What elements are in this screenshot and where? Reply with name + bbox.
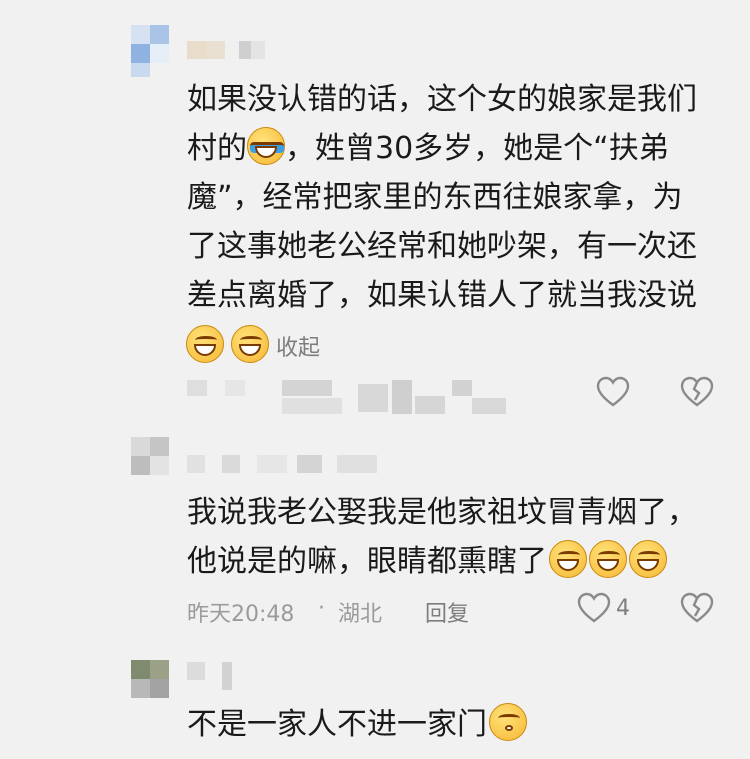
comment-line: 我说我老公娶我是他家祖坟冒青烟了，: [187, 495, 697, 530]
comment-text: 如果没认错的话，这个女的娘家是我们 村的 ，姓曾30多岁，她是个“扶弟 魔”，经常…: [187, 75, 732, 320]
avatar[interactable]: [131, 660, 169, 698]
grinning-sweat-emoji-icon: [549, 540, 587, 578]
heart-outline-icon[interactable]: [577, 592, 611, 628]
crying-laughing-emoji-icon: [247, 127, 285, 165]
comment-line: 不是一家人不进一家门: [187, 700, 732, 749]
grinning-sweat-emoji-icon: [629, 540, 667, 578]
grinning-sweat-emoji-icon: [186, 325, 224, 363]
broken-heart-icon[interactable]: [680, 376, 714, 412]
comment-line: 村的 ，姓曾30多岁，她是个“扶弟: [187, 124, 732, 173]
broken-heart-icon[interactable]: [680, 592, 714, 628]
username-blurred[interactable]: [187, 41, 267, 59]
comment-line: 了这事她老公经常和她吵架，有一次还: [187, 229, 697, 264]
reply-button[interactable]: 回复: [425, 596, 469, 628]
grinning-sweat-emoji-icon: [231, 325, 270, 363]
like-count: 4: [616, 596, 630, 621]
comment-line: 如果没认错的话，这个女的娘家是我们: [187, 82, 697, 117]
collapse-button[interactable]: 收起: [276, 330, 320, 362]
comment-time: 昨天20:48: [187, 602, 295, 627]
avatar[interactable]: [131, 437, 169, 475]
comment-text: 我说我老公娶我是他家祖坟冒青烟了， 他说是的嘛，眼睛都熏瞎了: [187, 488, 732, 586]
username-blurred[interactable]: [187, 455, 407, 473]
avatar[interactable]: [131, 25, 169, 77]
emoji-row: [186, 325, 270, 363]
kissing-blush-emoji-icon: [489, 703, 527, 741]
comment-line: 差点离婚了，如果认错人了就当我没说: [187, 278, 697, 313]
meta-separator: ·: [318, 596, 325, 621]
grinning-sweat-emoji-icon: [589, 540, 627, 578]
comment-line: 他说是的嘛，眼睛都熏瞎了: [187, 537, 732, 586]
heart-outline-icon[interactable]: [596, 376, 630, 412]
username-blurred[interactable]: [187, 662, 247, 690]
comment-text: 不是一家人不进一家门: [187, 700, 732, 749]
comment-location: 湖北: [338, 602, 383, 627]
comment-line: 魔”，经常把家里的东西往娘家拿，为: [187, 180, 683, 215]
